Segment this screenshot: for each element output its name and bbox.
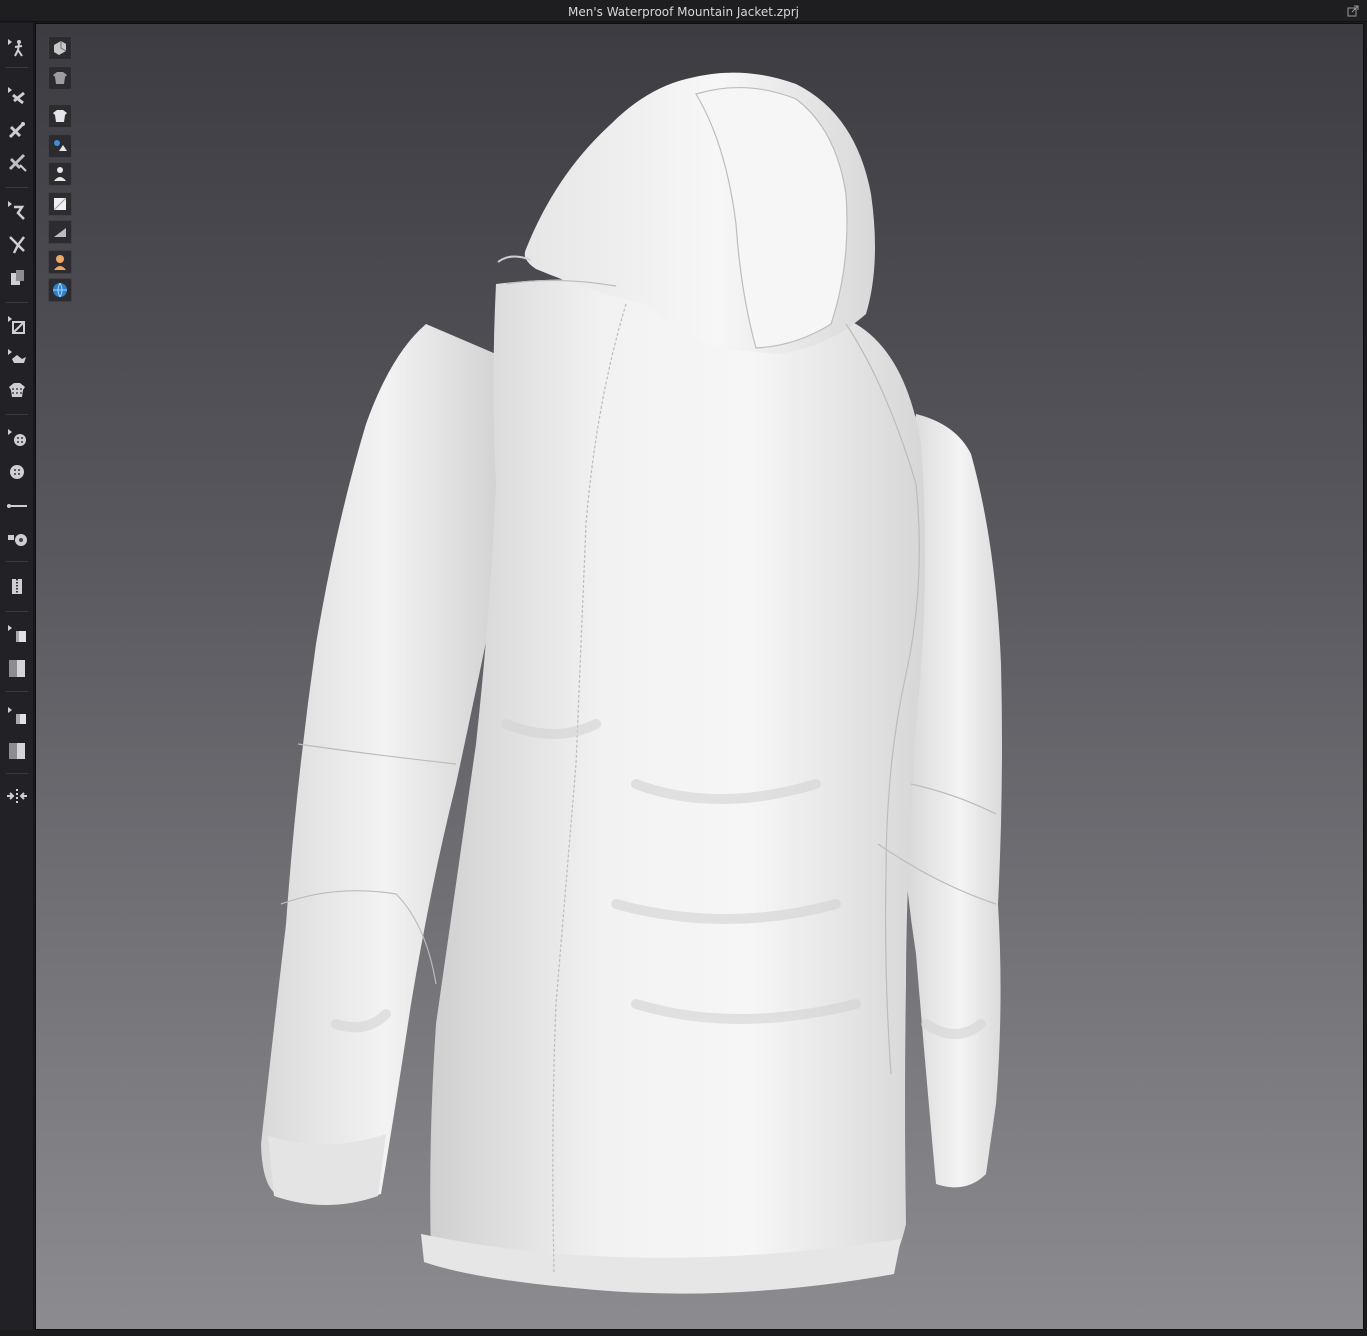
show-pins-icon[interactable]	[48, 134, 72, 158]
measure-line-icon[interactable]	[3, 493, 31, 519]
window-titlebar: Men's Waterproof Mountain Jacket.zprj	[0, 0, 1367, 22]
graphic-transform-icon[interactable]	[3, 655, 31, 681]
garment-surface-icon[interactable]	[48, 104, 72, 128]
popout-icon[interactable]	[1347, 5, 1359, 17]
graphic-select-icon[interactable]	[3, 621, 31, 647]
lock-button-icon[interactable]	[3, 525, 31, 551]
avatar-pose-icon[interactable]	[3, 35, 31, 61]
fold-arrangement-icon[interactable]	[3, 345, 31, 371]
show-normal-map-icon[interactable]	[48, 220, 72, 244]
edit-pattern-icon[interactable]	[3, 149, 31, 175]
left-toolbar	[0, 23, 34, 1336]
view-toolbar	[46, 36, 74, 306]
avatar-skin-icon[interactable]	[48, 250, 72, 274]
show-texture-icon[interactable]	[48, 66, 72, 90]
jacket-3d-render[interactable]	[36, 24, 1364, 1330]
trim-transform-icon[interactable]	[3, 737, 31, 763]
segment-sewing-icon[interactable]	[3, 197, 31, 223]
free-sewing-icon[interactable]	[3, 231, 31, 257]
buttonhole-icon[interactable]	[3, 459, 31, 485]
puckering-icon[interactable]	[3, 783, 31, 809]
button-tool-icon[interactable]	[3, 425, 31, 451]
zipper-icon[interactable]	[3, 573, 31, 599]
texture-transform-icon[interactable]	[3, 377, 31, 403]
thick-textured-surface-icon[interactable]	[48, 192, 72, 216]
3d-viewport[interactable]	[35, 23, 1364, 1330]
show-3d-garment-icon[interactable]	[48, 36, 72, 60]
environment-globe-icon[interactable]	[48, 278, 72, 302]
transform-pattern-icon[interactable]	[3, 117, 31, 143]
window-title: Men's Waterproof Mountain Jacket.zprj	[567, 5, 799, 19]
trim-select-icon[interactable]	[3, 703, 31, 729]
tack-icon[interactable]	[3, 265, 31, 291]
pin-icon[interactable]	[3, 312, 31, 338]
show-avatar-icon[interactable]	[48, 162, 72, 186]
select-move-icon[interactable]	[3, 83, 31, 109]
